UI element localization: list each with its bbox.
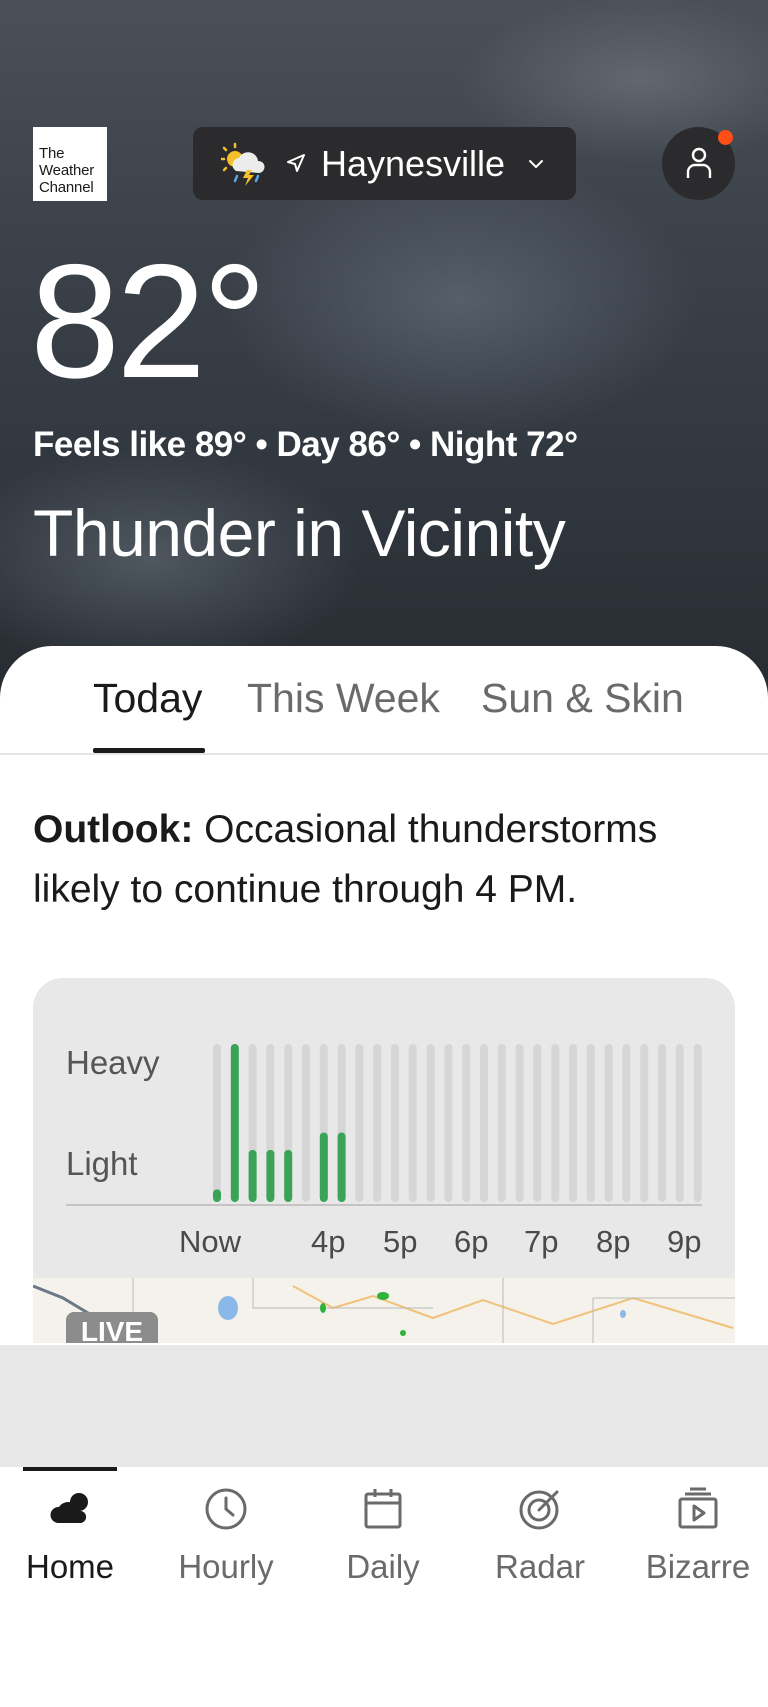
x-label-9p: 9p bbox=[667, 1224, 702, 1259]
x-label-5p: 5p bbox=[383, 1224, 418, 1259]
precip-track-9 bbox=[373, 1044, 382, 1202]
x-label-6p: 6p bbox=[454, 1224, 489, 1259]
precip-track-23 bbox=[622, 1044, 631, 1202]
precip-track-19 bbox=[551, 1044, 560, 1202]
outlook-label: Outlook: bbox=[33, 808, 194, 851]
cloud-icon bbox=[50, 1493, 88, 1523]
outlook-text: Outlook: Occasional thunderstorms likely… bbox=[33, 800, 743, 920]
tabs-divider bbox=[0, 753, 768, 755]
x-label-7p: 7p bbox=[524, 1224, 559, 1259]
precip-track-14 bbox=[462, 1044, 471, 1202]
precip-bar-1 bbox=[230, 1044, 239, 1202]
profile-button[interactable] bbox=[662, 127, 735, 200]
nav-hourly-label: Hourly bbox=[178, 1548, 274, 1585]
user-icon bbox=[686, 147, 712, 178]
precip-track-13 bbox=[444, 1044, 453, 1202]
weather-channel-logo[interactable]: The Weather Channel bbox=[33, 127, 107, 201]
precip-track-18 bbox=[533, 1044, 542, 1202]
precip-bar-4 bbox=[284, 1149, 293, 1202]
logo-line-3: Channel bbox=[39, 179, 94, 196]
nav-radar-label: Radar bbox=[495, 1548, 585, 1585]
live-badge: LIVE bbox=[66, 1312, 158, 1343]
precip-track-12 bbox=[426, 1044, 435, 1202]
precip-track-0 bbox=[213, 1044, 221, 1202]
x-label-4p: 4p bbox=[311, 1224, 346, 1259]
thunderstorm-sun-icon bbox=[221, 142, 265, 186]
precip-bar-7 bbox=[337, 1132, 346, 1202]
active-nav-indicator bbox=[23, 1467, 117, 1471]
precip-track-21 bbox=[586, 1044, 595, 1202]
nav-hourly[interactable]: Hourly bbox=[148, 1485, 304, 1587]
x-label-now: Now bbox=[179, 1224, 242, 1259]
nav-home[interactable]: Home bbox=[0, 1485, 148, 1587]
tab-this-week[interactable]: This Week bbox=[247, 674, 440, 722]
precip-bar-6 bbox=[319, 1132, 328, 1202]
current-condition: Thunder in Vicinity bbox=[33, 496, 566, 570]
precip-track-24 bbox=[640, 1044, 649, 1202]
chevron-down-icon bbox=[529, 160, 543, 168]
precip-track-16 bbox=[497, 1044, 506, 1202]
precip-track-27 bbox=[693, 1044, 702, 1202]
x-label-8p: 8p bbox=[596, 1224, 631, 1259]
precip-bar-0 bbox=[213, 1189, 221, 1202]
video-icon bbox=[678, 1487, 718, 1529]
tab-sun-and-skin[interactable]: Sun & Skin bbox=[481, 674, 684, 722]
nav-daily[interactable]: Daily bbox=[305, 1485, 461, 1587]
nav-bizarre-label: Bizarre bbox=[645, 1548, 751, 1585]
ad-placeholder bbox=[0, 1345, 768, 1467]
nav-bizarre[interactable]: Bizarre bbox=[620, 1485, 768, 1587]
location-selector[interactable]: Haynesville bbox=[193, 127, 576, 200]
nav-radar[interactable]: Radar bbox=[462, 1485, 618, 1587]
chart-baseline bbox=[66, 1204, 702, 1206]
precip-bar-3 bbox=[266, 1149, 275, 1202]
precip-track-11 bbox=[408, 1044, 417, 1202]
precip-track-20 bbox=[569, 1044, 577, 1202]
precip-track-17 bbox=[515, 1044, 524, 1202]
logo-line-1: The bbox=[39, 145, 65, 162]
precip-track-26 bbox=[675, 1044, 684, 1202]
precip-card[interactable]: Heavy Light Now 4p 5p 6p 7p 8p 9p LIVE bbox=[33, 978, 735, 1343]
precip-track-22 bbox=[604, 1044, 613, 1202]
precip-track-25 bbox=[658, 1044, 666, 1202]
tab-today[interactable]: Today bbox=[93, 674, 202, 722]
feels-like-summary: Feels like 89° • Day 86° • Night 72° bbox=[33, 425, 578, 464]
radar-icon bbox=[519, 1490, 559, 1530]
precip-track-10 bbox=[391, 1044, 399, 1202]
precip-bar-2 bbox=[248, 1149, 257, 1202]
current-temperature: 82° bbox=[30, 231, 267, 412]
clock-icon bbox=[205, 1488, 247, 1530]
precip-bar-chart bbox=[213, 1044, 702, 1202]
nav-home-label: Home bbox=[25, 1548, 115, 1585]
navigation-arrow-icon bbox=[287, 154, 305, 172]
logo-line-2: Weather bbox=[39, 162, 95, 179]
location-name: Haynesville bbox=[321, 143, 506, 184]
calendar-icon bbox=[364, 1489, 402, 1529]
precip-track-8 bbox=[355, 1044, 364, 1202]
nav-daily-label: Daily bbox=[346, 1548, 420, 1585]
precip-track-5 bbox=[302, 1044, 310, 1202]
notification-dot bbox=[718, 130, 733, 145]
precip-track-15 bbox=[480, 1044, 488, 1202]
